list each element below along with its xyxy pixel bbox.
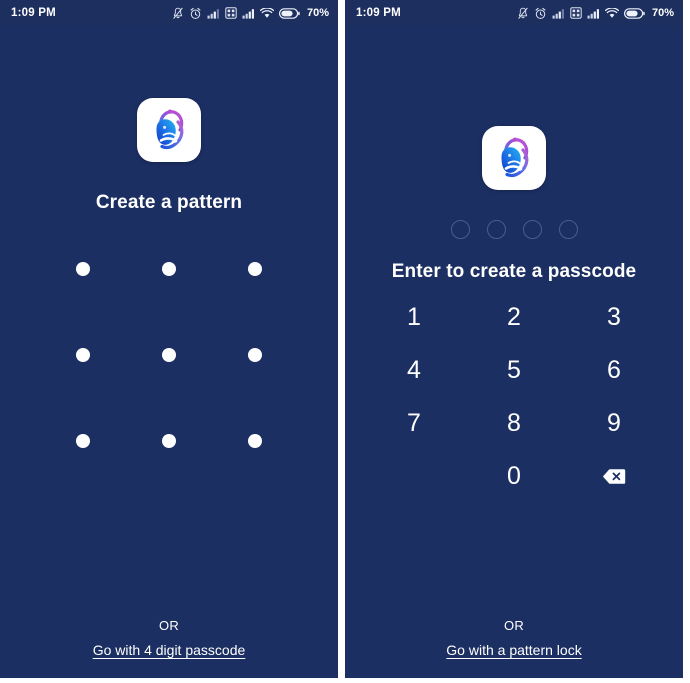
pattern-dot-6[interactable] — [248, 348, 262, 362]
pattern-screen-footer: OR Go with 4 digit passcode — [0, 618, 338, 658]
alarm-clock-icon — [534, 7, 547, 20]
battery-icon — [623, 7, 645, 19]
pattern-dot-3[interactable] — [248, 262, 262, 276]
status-bar-icons: 70% — [517, 7, 674, 20]
key-1[interactable]: 1 — [364, 291, 464, 344]
key-8[interactable]: 8 — [464, 397, 564, 450]
key-9[interactable]: 9 — [564, 397, 664, 450]
pattern-dot-1[interactable] — [76, 262, 90, 276]
key-3[interactable]: 3 — [564, 291, 664, 344]
passcode-indicator — [450, 220, 578, 239]
or-separator-label: OR — [158, 618, 180, 633]
status-bar: 1:09 PM 70% — [345, 0, 683, 26]
signal-bars-icon — [552, 8, 565, 19]
pattern-dot-5[interactable] — [162, 348, 176, 362]
pattern-screen-content: Create a pattern OR Go with 4 digit pass… — [0, 26, 338, 678]
page-title: Enter to create a passcode — [391, 261, 637, 282]
pattern-dot-9[interactable] — [248, 434, 262, 448]
key-4[interactable]: 4 — [364, 344, 464, 397]
status-bar-clock: 1:09 PM — [356, 7, 401, 19]
alarm-clock-icon — [189, 7, 202, 20]
wifi-icon — [259, 7, 274, 19]
passcode-screen-content: Enter to create a passcode 1 2 3 4 5 6 7… — [345, 26, 683, 678]
switch-to-pattern-link[interactable]: Go with a pattern lock — [446, 642, 581, 658]
status-bar-clock: 1:09 PM — [11, 7, 56, 19]
bell-muted-icon — [517, 7, 529, 20]
pattern-lock-screen: 1:09 PM 70% Create a pattern OR Go with … — [0, 0, 338, 678]
battery-percent-label: 70% — [306, 7, 329, 19]
sim-card-icon — [225, 7, 237, 19]
passcode-indicator-dot-4 — [558, 220, 578, 239]
passcode-lock-screen: 1:09 PM 70% Enter to create a passcode 1… — [345, 0, 683, 678]
status-bar: 1:09 PM 70% — [0, 0, 338, 26]
signal-bars-icon — [587, 8, 600, 19]
or-separator-label: OR — [503, 618, 525, 633]
backspace-icon — [602, 468, 626, 485]
page-title: Create a pattern — [95, 192, 243, 213]
passcode-indicator-dot-2 — [486, 220, 506, 239]
key-0[interactable]: 0 — [464, 450, 564, 503]
app-logo-mark — [156, 109, 184, 149]
app-logo-mark — [501, 137, 529, 177]
passcode-indicator-dot-1 — [450, 220, 470, 239]
signal-bars-icon — [207, 8, 220, 19]
key-2[interactable]: 2 — [464, 291, 564, 344]
switch-to-passcode-link[interactable]: Go with 4 digit passcode — [93, 642, 246, 658]
app-logo — [482, 126, 546, 190]
key-6[interactable]: 6 — [564, 344, 664, 397]
sim-card-icon — [570, 7, 582, 19]
wifi-icon — [604, 7, 619, 19]
status-bar-icons: 70% — [172, 7, 329, 20]
app-logo — [137, 98, 201, 162]
pattern-dot-2[interactable] — [162, 262, 176, 276]
key-5[interactable]: 5 — [464, 344, 564, 397]
bell-muted-icon — [172, 7, 184, 20]
battery-percent-label: 70% — [651, 7, 674, 19]
screenshot-pair: 1:09 PM 70% Create a pattern OR Go with … — [0, 0, 690, 683]
passcode-screen-footer: OR Go with a pattern lock — [345, 618, 683, 658]
battery-icon — [278, 7, 300, 19]
pattern-dot-4[interactable] — [76, 348, 90, 362]
pattern-dot-7[interactable] — [76, 434, 90, 448]
pattern-dot-8[interactable] — [162, 434, 176, 448]
key-backspace[interactable] — [564, 450, 664, 503]
key-7[interactable]: 7 — [364, 397, 464, 450]
signal-bars-icon — [242, 8, 255, 19]
passcode-indicator-dot-3 — [522, 220, 542, 239]
pattern-dot-grid[interactable] — [40, 226, 298, 484]
numeric-keypad: 1 2 3 4 5 6 7 8 9 0 — [364, 291, 664, 503]
